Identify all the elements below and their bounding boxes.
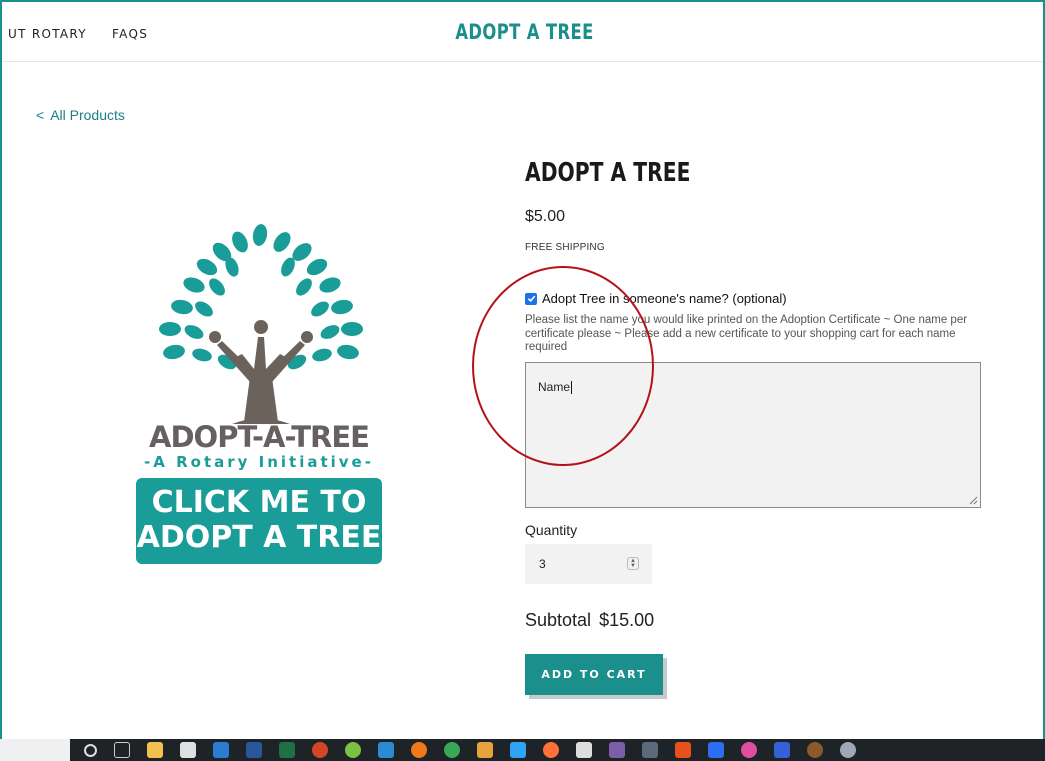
acrobat-icon[interactable] bbox=[180, 742, 196, 758]
app-icon[interactable] bbox=[774, 742, 790, 758]
nav-item-about-rotary[interactable]: UT ROTARY bbox=[8, 27, 87, 41]
cta-line-1: CLICK ME TO bbox=[151, 485, 367, 520]
taskbar-search-area[interactable] bbox=[0, 739, 70, 761]
brand-title: ADOPT-A-TREE bbox=[149, 420, 370, 454]
site-header: UT ROTARY FAQS ADOPT A TREE bbox=[2, 2, 1043, 62]
product-title: ADOPT A TREE bbox=[525, 158, 691, 188]
adopt-in-name-option[interactable]: Adopt Tree in someone's name? (optional) bbox=[525, 291, 787, 306]
option-label: Adopt Tree in someone's name? (optional) bbox=[542, 291, 787, 306]
app-icon[interactable] bbox=[477, 742, 493, 758]
file-explorer-icon[interactable] bbox=[147, 742, 163, 758]
textarea-value: Name bbox=[538, 380, 571, 394]
app-icon[interactable] bbox=[609, 742, 625, 758]
app-icon[interactable] bbox=[840, 742, 856, 758]
subtotal-value: $15.00 bbox=[599, 610, 655, 630]
app-icon[interactable] bbox=[708, 742, 724, 758]
excel-icon[interactable] bbox=[279, 742, 295, 758]
quantity-value: 3 bbox=[539, 557, 546, 571]
onedrive-icon[interactable] bbox=[378, 742, 394, 758]
chrome-icon[interactable] bbox=[444, 742, 460, 758]
checkbox-checked[interactable] bbox=[525, 292, 537, 305]
app-icon[interactable] bbox=[807, 742, 823, 758]
app-icon[interactable] bbox=[411, 742, 427, 758]
check-icon bbox=[527, 295, 535, 303]
cortana-icon[interactable] bbox=[84, 744, 97, 757]
chevron-left-icon: < bbox=[36, 107, 45, 123]
acrobat-icon[interactable] bbox=[576, 742, 592, 758]
back-link[interactable]: < All Products bbox=[36, 107, 125, 123]
resize-grip-icon[interactable] bbox=[969, 496, 978, 505]
cta-line-2: ADOPT A TREE bbox=[136, 520, 382, 555]
app-icon[interactable] bbox=[345, 742, 361, 758]
quantity-stepper[interactable]: 3 ▲ ▼ bbox=[525, 544, 652, 584]
name-textarea[interactable]: Name bbox=[525, 362, 981, 508]
app-icon[interactable] bbox=[675, 742, 691, 758]
word-icon[interactable] bbox=[246, 742, 262, 758]
subtotal-label: Subtotal bbox=[525, 610, 592, 630]
browser-viewport: UT ROTARY FAQS ADOPT A TREE < All Product… bbox=[0, 0, 1045, 761]
click-to-adopt-banner[interactable]: CLICK ME TO ADOPT A TREE bbox=[136, 478, 382, 564]
product-price: $5.00 bbox=[525, 208, 566, 225]
powerpoint-icon[interactable] bbox=[312, 742, 328, 758]
outlook-icon[interactable] bbox=[213, 742, 229, 758]
add-to-cart-button[interactable]: ADD TO CART bbox=[525, 654, 663, 695]
spinner-arrows-icon[interactable]: ▲ ▼ bbox=[627, 557, 639, 570]
shipping-note: FREE SHIPPING bbox=[525, 242, 605, 253]
taskbar-icons bbox=[84, 742, 873, 758]
quantity-label: Quantity bbox=[525, 522, 578, 538]
app-icon[interactable] bbox=[642, 742, 658, 758]
task-view-icon[interactable] bbox=[114, 742, 130, 758]
os-taskbar bbox=[0, 739, 1045, 761]
brand-subtitle: -A Rotary Initiative- bbox=[144, 453, 374, 471]
text-caret bbox=[571, 381, 573, 395]
subtotal: Subtotal $15.00 bbox=[525, 610, 654, 631]
option-help-text: Please list the name you would like prin… bbox=[525, 314, 968, 353]
photoshop-icon[interactable] bbox=[510, 742, 526, 758]
itunes-icon[interactable] bbox=[741, 742, 757, 758]
firefox-icon[interactable] bbox=[543, 742, 559, 758]
site-title[interactable]: ADOPT A TREE bbox=[117, 20, 932, 44]
back-link-label: All Products bbox=[50, 107, 125, 123]
